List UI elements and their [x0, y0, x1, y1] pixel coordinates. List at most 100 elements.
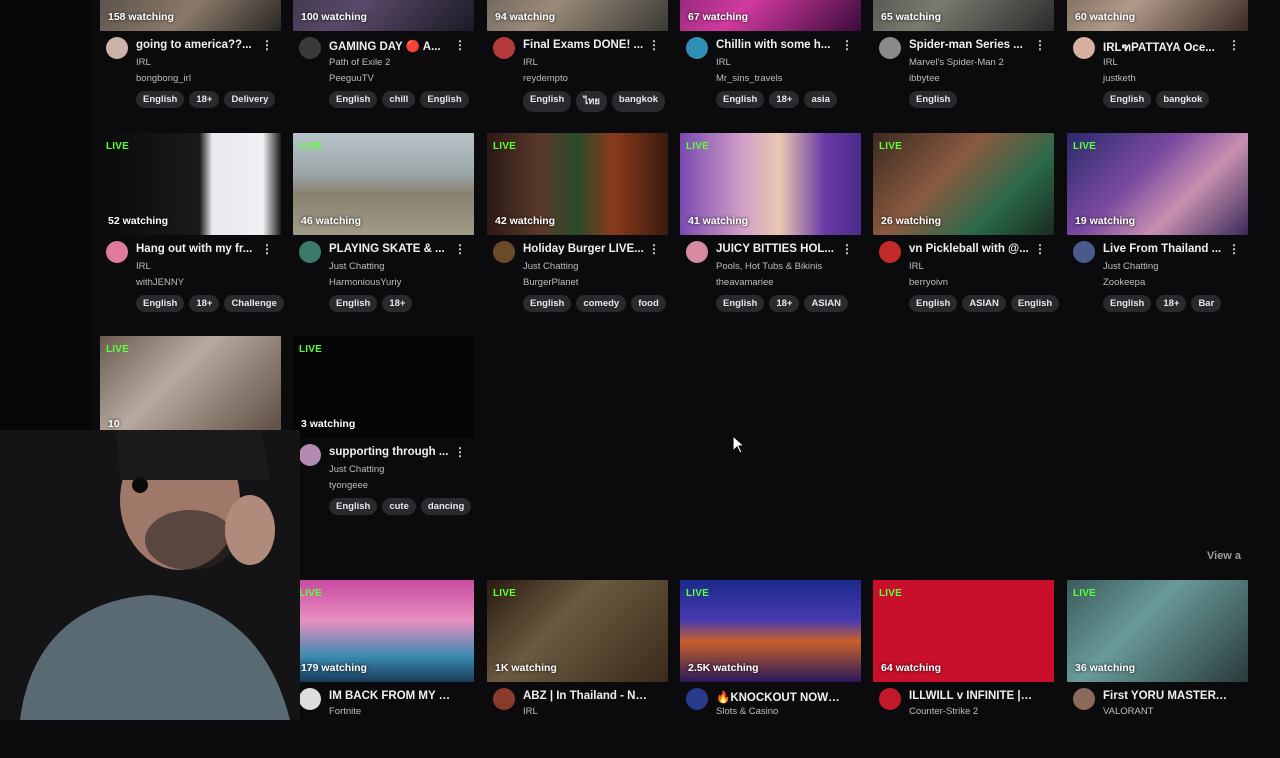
stream-category[interactable]: Marvel's Spider-Man 2 — [909, 57, 1004, 68]
stream-card[interactable]: 65 watching Spider-man Series ... ⋮ Marv… — [873, 0, 1054, 108]
channel-avatar[interactable] — [299, 241, 321, 263]
stream-category[interactable]: Fortnite — [329, 706, 361, 717]
channel-avatar[interactable] — [299, 37, 321, 59]
more-options-icon[interactable]: ⋮ — [841, 38, 853, 52]
channel-name[interactable]: theavamariee — [716, 277, 774, 288]
stream-card[interactable]: 67 watching Chillin with some h... ⋮ IRL… — [680, 0, 861, 108]
stream-title[interactable]: ABZ | In Thailand - Not ... — [523, 690, 649, 702]
more-options-icon[interactable]: ⋮ — [261, 242, 273, 256]
channel-avatar[interactable] — [106, 37, 128, 59]
tag[interactable]: English — [329, 498, 378, 515]
tag[interactable]: comedy — [576, 295, 627, 312]
channel-avatar[interactable] — [493, 688, 515, 710]
tag[interactable]: English — [329, 295, 378, 312]
tag[interactable]: English — [716, 91, 765, 108]
stream-card[interactable]: LIVE 52 watching Hang out with my fr... … — [100, 133, 284, 312]
stream-card[interactable]: LIVE 46 watching PLAYING SKATE & ... ⋮ J… — [293, 133, 474, 312]
tag[interactable]: English — [1010, 295, 1060, 312]
more-options-icon[interactable]: ⋮ — [454, 445, 466, 459]
more-options-icon[interactable]: ⋮ — [1228, 38, 1240, 52]
stream-category[interactable]: IRL — [136, 57, 151, 68]
channel-name[interactable]: tyongeee — [329, 480, 368, 491]
stream-category[interactable]: Just Chatting — [523, 261, 578, 272]
channel-name[interactable]: Zookeepa — [1103, 277, 1145, 288]
stream-category[interactable]: IRL — [136, 261, 151, 272]
channel-avatar[interactable] — [493, 37, 515, 59]
tag[interactable]: Bar — [1191, 295, 1222, 312]
stream-category[interactable]: IRL — [1103, 57, 1118, 68]
stream-card[interactable]: LIVE 10 — [100, 336, 281, 438]
view-all-link[interactable]: View a — [1207, 550, 1241, 562]
stream-title[interactable]: Holiday Burger LIVE... — [523, 243, 649, 255]
more-options-icon[interactable]: ⋮ — [1034, 38, 1046, 52]
tag[interactable]: ไทย — [576, 91, 607, 112]
more-options-icon[interactable]: ⋮ — [454, 242, 466, 256]
stream-title[interactable]: Hang out with my fr... — [136, 243, 262, 255]
tag[interactable]: English — [523, 295, 572, 312]
stream-card[interactable]: LIVE 3 watching supporting through ... ⋮… — [293, 336, 474, 515]
tag[interactable]: bangkok — [1156, 91, 1210, 108]
channel-name[interactable]: BurgerPlanet — [523, 277, 578, 288]
stream-thumbnail[interactable]: 65 watching — [873, 0, 1054, 31]
tag[interactable]: 18+ — [769, 91, 800, 108]
tag[interactable]: 18+ — [189, 295, 220, 312]
tag[interactable]: 18+ — [382, 295, 413, 312]
stream-card[interactable]: LIVE 26 watching vn Pickleball with @...… — [873, 133, 1060, 312]
stream-title[interactable]: IRLฑPATTAYA Oce... — [1103, 39, 1229, 57]
tag[interactable]: English — [716, 295, 765, 312]
stream-thumbnail[interactable]: LIVE 42 watching — [487, 133, 668, 235]
stream-title[interactable]: supporting through ... — [329, 446, 455, 458]
tag[interactable]: dancing — [420, 498, 472, 515]
stream-category[interactable]: Just Chatting — [329, 261, 384, 272]
stream-thumbnail[interactable]: LIVE 46 watching — [293, 133, 474, 235]
channel-avatar[interactable] — [1073, 37, 1095, 59]
stream-title[interactable]: PLAYING SKATE & ... — [329, 243, 455, 255]
stream-card[interactable]: LIVE 2.5K watching 🔥KNOCKOUT NOW!🔥... Sl… — [680, 580, 861, 758]
tag[interactable]: ASIAN — [804, 295, 848, 312]
stream-card[interactable]: LIVE 179 watching IM BACK FROM MY BIR...… — [293, 580, 474, 758]
stream-thumbnail[interactable]: LIVE 3 watching — [293, 336, 474, 438]
channel-name[interactable]: PeeguuTV — [329, 73, 374, 84]
stream-thumbnail[interactable]: 100 watching — [293, 0, 474, 31]
tag[interactable]: ASIAN — [962, 295, 1006, 312]
channel-avatar[interactable] — [299, 444, 321, 466]
stream-thumbnail[interactable]: LIVE 41 watching — [680, 133, 861, 235]
more-options-icon[interactable]: ⋮ — [648, 242, 660, 256]
more-options-icon[interactable]: ⋮ — [1034, 242, 1046, 256]
stream-thumbnail[interactable]: LIVE 26 watching — [873, 133, 1054, 235]
tag[interactable]: 18+ — [189, 91, 220, 108]
channel-name[interactable]: justketh — [1103, 73, 1136, 84]
stream-category[interactable]: IRL — [523, 57, 538, 68]
stream-title[interactable]: GAMING DAY 🔴 A... — [329, 39, 455, 53]
stream-thumbnail[interactable]: 60 watching — [1067, 0, 1248, 31]
stream-thumbnail[interactable]: LIVE 10 — [100, 336, 281, 438]
tag[interactable]: English — [420, 91, 469, 108]
tag[interactable]: bangkok — [611, 91, 665, 112]
channel-name[interactable]: HarmoniousYuriy — [329, 277, 401, 288]
channel-avatar[interactable] — [686, 688, 708, 710]
stream-thumbnail[interactable]: 158 watching — [100, 0, 281, 31]
stream-thumbnail[interactable]: LIVE 52 watching — [100, 133, 281, 235]
tag[interactable]: English — [909, 91, 958, 108]
stream-thumbnail[interactable]: 67 watching — [680, 0, 861, 31]
stream-card[interactable]: LIVE 41 watching JUICY BITTIES HOL... ⋮ … — [680, 133, 861, 312]
channel-avatar[interactable] — [686, 37, 708, 59]
stream-card[interactable]: LIVE 19 watching Live From Thailand ... … — [1067, 133, 1248, 312]
stream-category[interactable]: Counter-Strike 2 — [909, 706, 978, 717]
channel-name[interactable]: Mr_sins_travels — [716, 73, 783, 84]
stream-card[interactable]: 158 watching going to america??... ⋮ IRL… — [100, 0, 281, 108]
tag[interactable]: 18+ — [1156, 295, 1187, 312]
channel-avatar[interactable] — [686, 241, 708, 263]
stream-category[interactable]: IRL — [523, 706, 538, 717]
stream-thumbnail[interactable]: LIVE 64 watching — [873, 580, 1054, 682]
stream-card[interactable]: 60 watching IRLฑPATTAYA Oce... ⋮ IRL jus… — [1067, 0, 1248, 108]
tag[interactable]: English — [136, 295, 185, 312]
stream-title[interactable]: First YORU MASTERY a... — [1103, 690, 1229, 702]
more-options-icon[interactable]: ⋮ — [261, 38, 273, 52]
stream-title[interactable]: Live From Thailand ... — [1103, 243, 1229, 255]
channel-avatar[interactable] — [1073, 241, 1095, 263]
more-options-icon[interactable]: ⋮ — [841, 242, 853, 256]
stream-thumbnail[interactable]: LIVE 36 watching — [1067, 580, 1248, 682]
tag[interactable]: English — [1103, 295, 1152, 312]
channel-avatar[interactable] — [299, 688, 321, 710]
